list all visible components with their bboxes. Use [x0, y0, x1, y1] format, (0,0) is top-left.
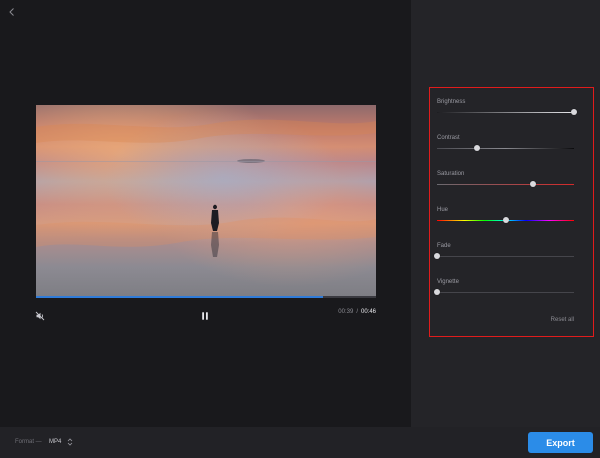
adjustment-label: Contrast [437, 135, 460, 141]
current-time: 00:39 [338, 309, 354, 315]
speaker-muted-icon [35, 311, 45, 321]
adjustment-label: Saturation [437, 171, 465, 177]
slider-thumb-fade[interactable] [434, 253, 440, 259]
video-editor-app: 00:39/00:46 Brightness Contrast Saturation… [0, 0, 600, 458]
chevron-left-icon [9, 8, 14, 16]
adjustment-label: Brightness [437, 99, 466, 105]
slider-thumb-contrast[interactable] [473, 145, 480, 151]
slider-track-fade[interactable] [437, 256, 574, 257]
adjustment-label: Fade [437, 243, 451, 249]
reset-all-button[interactable]: Reset all [551, 317, 574, 323]
adjustment-label: Vignette [437, 279, 459, 285]
bottom-bar: Format — MP4 [0, 427, 600, 458]
pause-button[interactable] [200, 308, 210, 320]
slider-thumb-brightness[interactable] [571, 109, 577, 115]
slider-track-contrast[interactable] [437, 148, 574, 149]
slider-thumb-vignette[interactable] [434, 289, 440, 295]
slider-track-saturation[interactable] [437, 184, 574, 185]
format-label: Format — [15, 439, 42, 445]
preview-area: 00:39/00:46 [0, 0, 411, 427]
adjustments-panel: Brightness Contrast Saturation Hue Fade Vigne… [429, 87, 594, 337]
format-value: MP4 [49, 439, 62, 445]
pause-icon [202, 312, 208, 320]
slider-track-brightness[interactable] [437, 112, 574, 113]
video-frame [36, 105, 376, 296]
progress-bar[interactable] [36, 296, 376, 298]
time-separator: / [356, 309, 358, 315]
slider-thumb-hue[interactable] [502, 217, 509, 223]
slider-thumb-saturation[interactable] [529, 181, 536, 187]
chevron-updown-icon [68, 438, 73, 446]
adjustment-label: Hue [437, 207, 449, 213]
video-preview[interactable] [36, 105, 376, 296]
total-duration: 00:46 [360, 309, 376, 315]
export-button[interactable]: Export [528, 432, 593, 453]
slider-track-vignette[interactable] [437, 292, 574, 293]
time-display: 00:39/00:46 [338, 309, 376, 315]
mute-button[interactable] [35, 308, 45, 321]
progress-fill [36, 296, 324, 298]
back-button[interactable] [6, 5, 18, 17]
format-select[interactable]: MP4 [49, 437, 73, 447]
